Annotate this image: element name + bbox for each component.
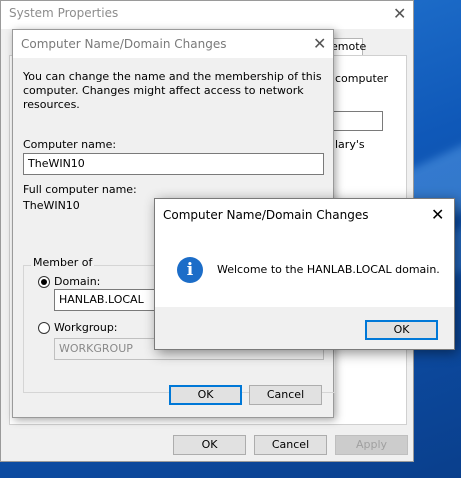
cancel-button[interactable]: Cancel — [254, 435, 327, 455]
dialog-titlebar: Computer Name/Domain Changes ✕ — [155, 199, 454, 231]
full-computer-name-value: TheWIN10 — [23, 199, 80, 212]
description-fragment: computer — [335, 72, 389, 85]
close-icon[interactable]: ✕ — [393, 4, 406, 23]
dialog-title: Computer Name/Domain Changes — [21, 37, 227, 51]
workgroup-label: Workgroup: — [54, 321, 118, 334]
domain-radio[interactable] — [38, 276, 50, 288]
dialog-title: Computer Name/Domain Changes — [163, 208, 369, 222]
cancel-button[interactable]: Cancel — [249, 385, 322, 405]
welcome-message-dialog: Computer Name/Domain Changes ✕ i Welcome… — [154, 198, 455, 350]
ok-button[interactable]: OK — [173, 435, 246, 455]
full-computer-name-label: Full computer name: — [23, 183, 137, 196]
dialog-description: You can change the name and the membersh… — [23, 70, 322, 111]
close-icon[interactable]: ✕ — [431, 205, 444, 224]
close-icon[interactable]: ✕ — [313, 34, 326, 53]
computer-name-label: Computer name: — [23, 138, 117, 151]
dialog-titlebar: Computer Name/Domain Changes ✕ — [13, 30, 333, 58]
description-fragment: lary's — [335, 138, 365, 151]
ok-button[interactable]: OK — [169, 385, 242, 405]
ok-button[interactable]: OK — [365, 320, 438, 340]
domain-label: Domain: — [54, 275, 101, 288]
system-properties-titlebar: System Properties ✕ — [1, 1, 413, 29]
member-of-label: Member of — [31, 256, 95, 269]
computer-name-input[interactable]: TheWIN10 — [23, 153, 324, 175]
welcome-message: Welcome to the HANLAB.LOCAL domain. — [217, 263, 440, 276]
workgroup-radio[interactable] — [38, 322, 50, 334]
info-icon: i — [177, 257, 203, 283]
window-title: System Properties — [9, 6, 119, 20]
apply-button[interactable]: Apply — [335, 435, 408, 455]
domain-input[interactable]: HANLAB.LOCAL — [54, 289, 164, 311]
